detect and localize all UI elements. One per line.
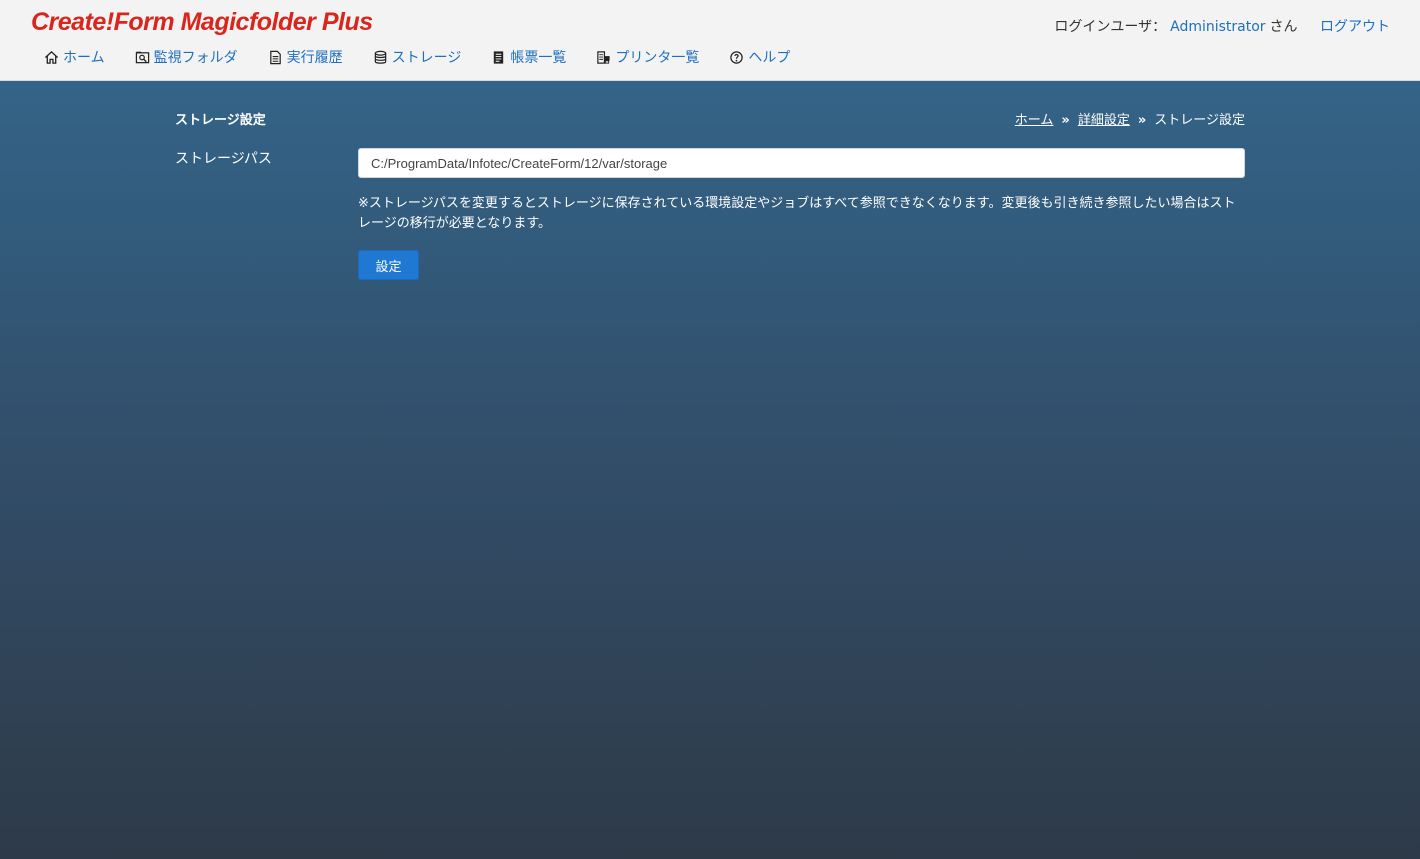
document-icon [269, 50, 281, 64]
help-icon [730, 50, 744, 64]
nav-item-help[interactable]: ヘルプ [729, 47, 790, 67]
save-button[interactable]: 設定 [358, 250, 419, 280]
nav-item-label: 実行履歴 [286, 50, 343, 66]
header: Create!Form Magicfolder Plus ログインユーザ： Adm… [0, 0, 1420, 81]
nav-item-label: 帳票一覧 [510, 50, 567, 66]
username-link[interactable]: Administrator [1170, 19, 1265, 35]
nav-item-label: ホーム [63, 50, 105, 66]
nav-item-history[interactable]: 実行履歴 [268, 47, 343, 67]
nav-item-label: ストレージ [391, 50, 462, 66]
breadcrumb-separator: » [1137, 113, 1147, 128]
form-list-icon [494, 50, 504, 64]
app-logo[interactable]: Create!Form Magicfolder Plus [31, 8, 373, 37]
storage-path-label: ストレージパス [175, 151, 272, 167]
database-icon [374, 50, 386, 64]
nav-item-label: プリンタ一覧 [615, 50, 700, 66]
breadcrumb-current: ストレージ設定 [1154, 113, 1245, 128]
nav-item-storage[interactable]: ストレージ [373, 47, 462, 67]
breadcrumb-separator: » [1061, 113, 1070, 128]
breadcrumb: ホーム » 詳細設定 » ストレージ設定 [1015, 109, 1245, 128]
breadcrumb-advanced-settings[interactable]: 詳細設定 [1078, 113, 1130, 128]
username-suffix: さん [1269, 19, 1298, 35]
logout-link[interactable]: ログアウト [1320, 19, 1390, 35]
storage-path-warning: ※ストレージパスを変更するとストレージに保存されている環境設定やジョブはすべて参… [358, 196, 1236, 231]
breadcrumb-home[interactable]: ホーム [1015, 113, 1054, 128]
folder-search-icon [135, 51, 149, 63]
nav-item-watch-folder[interactable]: 監視フォルダ [135, 47, 238, 67]
login-user-label: ログインユーザ： [1054, 19, 1167, 35]
nav-item-label: 監視フォルダ [153, 50, 238, 66]
user-area: ログインユーザ： Administrator さん ログアウト [1054, 16, 1390, 36]
nav-item-label: ヘルプ [748, 50, 791, 66]
main-nav: ホーム 監視フォルダ 実行履歴 ストレージ 帳票一覧 プリンタ一覧 ヘルプ [44, 47, 820, 67]
home-icon [44, 50, 59, 64]
main-content: ストレージ設定 ホーム » 詳細設定 » ストレージ設定 ストレージパス ※ストレージパ… [0, 81, 1420, 859]
nav-item-home[interactable]: ホーム [44, 47, 105, 67]
page-title: ストレージ設定 [175, 113, 266, 128]
nav-item-form-list[interactable]: 帳票一覧 [491, 47, 566, 67]
storage-path-input[interactable] [358, 148, 1245, 178]
nav-item-printer-list[interactable]: プリンタ一覧 [596, 47, 699, 67]
printer-icon [597, 50, 610, 64]
